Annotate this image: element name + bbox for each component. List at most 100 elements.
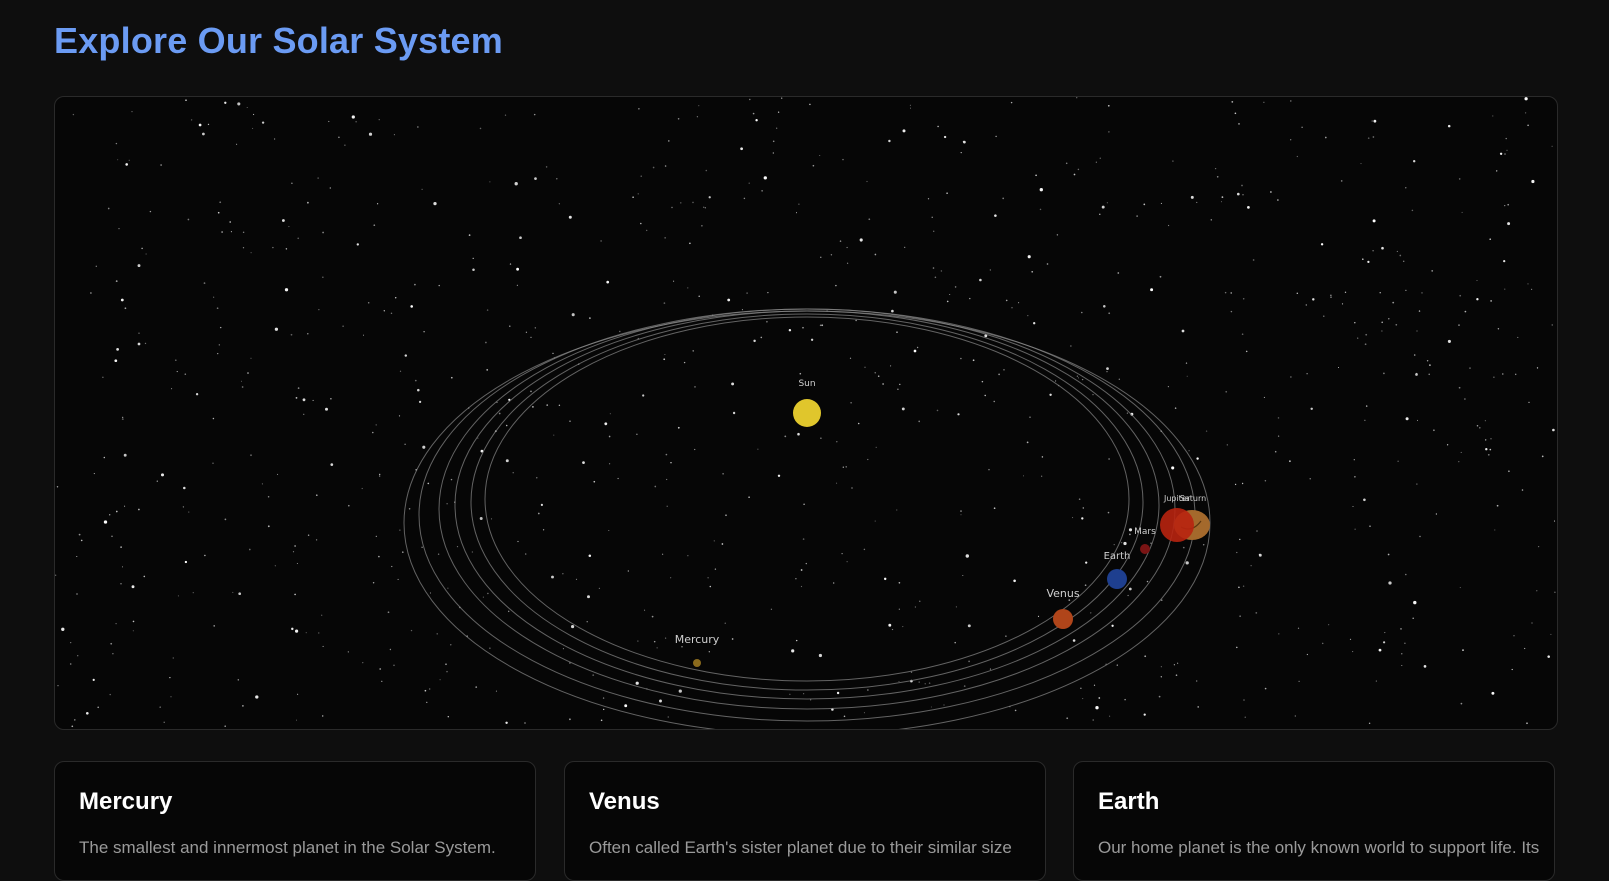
star	[1128, 587, 1132, 591]
star	[1082, 698, 1084, 700]
star	[593, 480, 596, 483]
star	[1296, 292, 1299, 295]
planet-venus[interactable]: Venus	[1046, 587, 1080, 629]
star	[802, 538, 805, 540]
star	[72, 113, 75, 116]
star	[1031, 270, 1034, 273]
star	[969, 297, 971, 300]
sun[interactable]: Sun	[793, 379, 821, 427]
planet-card-mercury[interactable]: Mercury The smallest and innermost plane…	[54, 761, 536, 881]
star	[1073, 173, 1076, 176]
star	[681, 646, 683, 648]
star	[891, 628, 894, 631]
star	[322, 276, 324, 278]
star	[1072, 639, 1076, 642]
star	[1241, 333, 1244, 335]
star	[1428, 373, 1430, 376]
star	[433, 201, 437, 206]
star	[789, 693, 791, 695]
star	[809, 103, 811, 106]
solar-system-viewer[interactable]: Sun Mercury Venus Earth Mars Saturn Jupi…	[54, 96, 1558, 730]
orbit-path	[418, 308, 1196, 722]
star	[1341, 303, 1344, 305]
planet-card-description: Often called Earth's sister planet due t…	[589, 838, 1012, 857]
star	[1310, 407, 1313, 411]
star	[673, 280, 675, 282]
star	[156, 480, 158, 482]
star	[321, 614, 323, 616]
star	[1010, 101, 1013, 104]
star	[184, 373, 187, 375]
star	[761, 190, 763, 192]
planet-card-earth[interactable]: Earth Our home planet is the only known …	[1073, 761, 1555, 881]
star	[174, 359, 177, 362]
star	[661, 553, 664, 555]
star	[604, 422, 608, 426]
star	[376, 203, 379, 205]
star	[95, 265, 97, 267]
star	[960, 357, 962, 360]
star	[1264, 687, 1267, 690]
star	[562, 648, 564, 650]
star	[185, 99, 187, 102]
star	[1186, 375, 1188, 377]
star	[1353, 459, 1355, 461]
star	[122, 416, 124, 419]
star	[1210, 219, 1213, 221]
star	[1493, 376, 1495, 378]
star	[192, 592, 194, 594]
star	[1082, 507, 1085, 509]
star	[1372, 136, 1375, 138]
star	[1367, 137, 1370, 139]
star	[1458, 461, 1460, 463]
solar-system-canvas[interactable]: Sun Mercury Venus Earth Mars Saturn Jupi…	[55, 97, 1557, 729]
star	[1507, 203, 1510, 206]
star	[1383, 372, 1385, 375]
star	[1309, 478, 1311, 480]
star	[1136, 215, 1138, 217]
planet-jupiter[interactable]: Jupiter	[1160, 494, 1194, 542]
star	[653, 640, 656, 643]
star	[930, 706, 932, 708]
star	[1093, 684, 1096, 686]
star	[1174, 407, 1177, 409]
star	[1429, 364, 1431, 366]
star	[665, 453, 668, 456]
star	[857, 422, 860, 425]
star	[1526, 722, 1528, 725]
star	[994, 214, 997, 217]
orbit-paths	[403, 308, 1211, 729]
star	[1330, 294, 1332, 296]
star	[1123, 541, 1127, 546]
star	[1056, 234, 1059, 236]
star	[398, 415, 401, 417]
star	[379, 475, 381, 477]
star	[1461, 211, 1463, 213]
star	[582, 461, 585, 464]
planet-card-venus[interactable]: Venus Often called Earth's sister planet…	[564, 761, 1046, 881]
star	[1290, 139, 1292, 141]
star	[505, 459, 509, 463]
star	[659, 699, 662, 703]
star	[1243, 699, 1245, 701]
star	[1221, 196, 1224, 198]
star	[1531, 622, 1533, 624]
star	[1514, 373, 1517, 376]
star	[372, 431, 374, 434]
star	[569, 420, 571, 423]
star	[1241, 184, 1243, 187]
star	[898, 680, 900, 683]
planet-earth[interactable]: Earth	[1104, 551, 1131, 589]
planet-mercury[interactable]: Mercury	[675, 633, 720, 667]
star	[131, 110, 133, 113]
star	[436, 633, 438, 635]
star	[1416, 330, 1418, 332]
star	[943, 135, 947, 139]
star	[1014, 709, 1017, 712]
star	[1381, 246, 1384, 250]
star	[187, 218, 190, 221]
star	[103, 520, 108, 524]
star	[534, 177, 537, 180]
star	[1344, 291, 1347, 293]
star	[540, 503, 544, 507]
